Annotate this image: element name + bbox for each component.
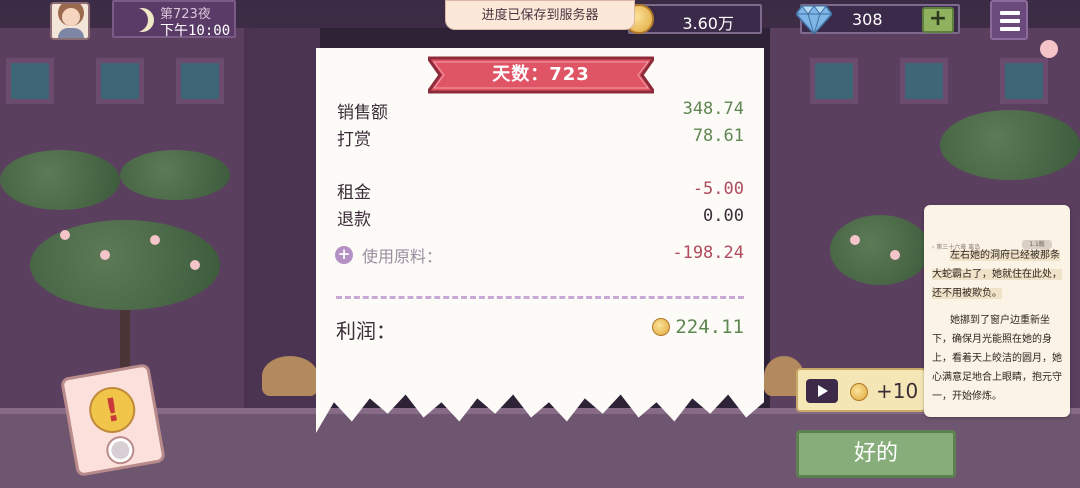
flower xyxy=(1040,40,1058,58)
avatar-head xyxy=(62,8,80,26)
sales-label: 销售额 xyxy=(337,103,388,123)
flower xyxy=(150,235,160,245)
coin-icon xyxy=(850,383,868,401)
window xyxy=(1000,58,1048,104)
sales-value: 348.74 xyxy=(682,99,744,119)
window xyxy=(810,58,858,104)
save-toast: 进度已保存到服务器 xyxy=(445,0,635,30)
vine-bush xyxy=(940,110,1080,180)
refund-label: 退款 xyxy=(337,210,371,230)
avatar-body xyxy=(58,28,84,38)
game-clock: 下午10:00 xyxy=(160,23,231,39)
expand-ingredients-icon[interactable]: + xyxy=(335,246,353,264)
reward-amount: +10 xyxy=(876,379,919,403)
flower xyxy=(190,260,200,270)
day-title: 天数：723 xyxy=(492,64,590,85)
window xyxy=(900,58,948,104)
gem-amount: 308 xyxy=(852,10,883,29)
moon-icon xyxy=(124,8,148,32)
window xyxy=(176,58,224,104)
middle-building xyxy=(250,28,320,408)
player-avatar[interactable] xyxy=(50,2,90,40)
ingredients-label[interactable]: 使用原料： xyxy=(362,243,442,267)
refund-value: 0.00 xyxy=(703,206,744,226)
exclamation-icon: ! xyxy=(85,383,139,437)
ingredients-value: -198.24 xyxy=(672,243,744,263)
hamburger-icon-bar xyxy=(1000,19,1020,23)
profit-value: 224.11 xyxy=(675,316,744,338)
hamburger-icon-bar xyxy=(1000,11,1020,15)
flower xyxy=(890,250,900,260)
flower xyxy=(850,235,860,245)
alert-dot xyxy=(106,436,135,465)
diamond-icon xyxy=(796,5,832,34)
receipt-divider xyxy=(336,296,744,299)
video-play-icon xyxy=(806,379,838,403)
novel-paragraph: 左右她的洞府已经被那条大蛇霸占了，她就住在此处，还不用被欺负。 xyxy=(932,246,1066,303)
vine-bush xyxy=(120,150,230,200)
window xyxy=(96,58,144,104)
rent-label: 租金 xyxy=(337,183,371,203)
alert-card-button[interactable]: ! xyxy=(60,362,166,478)
novel-highlighted-text: 左右她的洞府已经被那条大蛇霸占了，她就住在此处，还不用被欺负。 xyxy=(932,250,1062,299)
add-gems-button[interactable]: + xyxy=(922,7,954,33)
tips-label: 打赏 xyxy=(337,130,371,150)
novel-paragraph: 她挪到了窗户边重新坐下，确保月光能照在她的身上，看着天上皎洁的圆月，她心满意足地… xyxy=(932,315,1062,402)
flower xyxy=(100,250,110,260)
rent-value: -5.00 xyxy=(692,179,744,199)
cafe-table xyxy=(262,356,318,396)
flower xyxy=(60,230,70,240)
coin-balance: 3.60万 xyxy=(624,4,762,34)
menu-button[interactable] xyxy=(990,0,1028,40)
coin-icon xyxy=(652,318,670,336)
gem-balance: 308 + xyxy=(796,4,960,34)
coin-amount: 3.60万 xyxy=(682,14,734,33)
window xyxy=(6,58,54,104)
vine-bush xyxy=(0,150,120,210)
hamburger-icon-bar xyxy=(1000,27,1020,31)
flower-tree xyxy=(830,215,930,285)
tips-value: 78.61 xyxy=(692,126,744,146)
watch-ad-reward-button[interactable]: +10 xyxy=(796,368,926,412)
day-night-indicator: 第723夜 下午10:00 xyxy=(112,0,236,39)
profit-label: 利润： xyxy=(336,319,396,343)
ok-button[interactable]: 好的 xyxy=(796,430,956,478)
